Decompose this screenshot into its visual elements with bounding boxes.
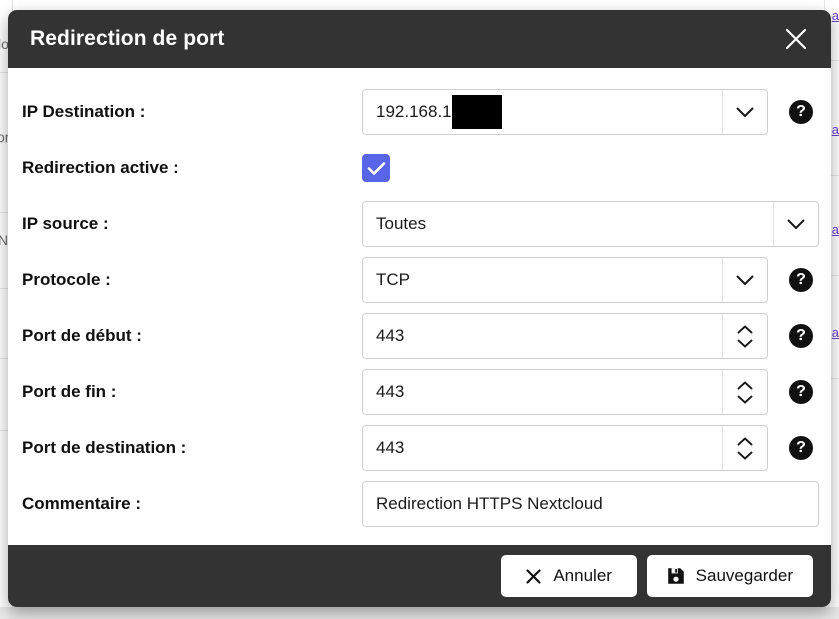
close-icon [526,568,541,584]
label-commentaire: Commentaire : [22,494,142,513]
ip-destination-text: 192.168.1 [376,102,452,121]
background-link[interactable]: a [832,222,839,237]
help-icon[interactable]: ? [789,324,813,348]
chevron-down-icon [737,395,753,403]
form-row-ip-destination: IP Destination : 192.168.1 ? [8,84,831,140]
dialog-body: IP Destination : 192.168.1 ? Redirection… [8,68,831,545]
form-row-redirection-active: Redirection active : [8,140,831,196]
label-port-destination: Port de destination : [22,438,187,457]
label-ip-destination: IP Destination : [22,102,146,121]
label-redirection-active: Redirection active : [22,158,179,177]
form-row-protocole: Protocole : TCP ? [8,252,831,308]
background-bottom-bar [0,607,839,619]
chevron-up-icon [737,437,753,445]
protocole-select[interactable]: TCP [362,257,768,303]
form-row-port-fin: Port de fin : 443 ? [8,364,831,420]
chevron-up-icon [737,381,753,389]
help-icon[interactable]: ? [789,100,813,124]
help-icon[interactable]: ? [789,380,813,404]
page-title: Redirection de port [30,27,225,50]
save-icon [667,568,684,584]
cancel-button[interactable]: Annuler [500,555,637,597]
help-icon[interactable]: ? [789,436,813,460]
chevron-up-icon [737,325,753,333]
port-fin-stepper[interactable] [722,370,767,414]
port-debut-value: 443 [376,326,405,345]
port-fin-value: 443 [376,382,405,401]
label-ip-source: IP source : [22,214,109,233]
ip-source-value: Toutes [376,214,427,233]
close-icon[interactable] [779,22,813,56]
chevron-down-icon[interactable] [722,90,767,134]
port-forwarding-dialog: Redirection de port IP Destination : 192… [8,10,831,607]
background-text-fragment: N [0,232,9,248]
port-debut-stepper[interactable] [722,314,767,358]
form-row-port-destination: Port de destination : 443 ? [8,420,831,476]
commentaire-value: Redirection HTTPS Nextcloud [376,494,603,513]
dialog-footer: Annuler Sauvegarder [8,545,831,607]
background-link[interactable]: a [832,8,839,23]
background-link[interactable]: a [832,122,839,137]
chevron-down-icon[interactable] [722,258,767,302]
label-protocole: Protocole : [22,270,111,289]
redirection-active-checkbox[interactable] [362,154,390,182]
port-destination-input[interactable]: 443 [362,425,768,471]
form-row-commentaire: Commentaire : Redirection HTTPS Nextclou… [8,476,831,532]
page-root: lo or N a a a a Redirection de port IP D… [0,0,839,619]
port-fin-input[interactable]: 443 [362,369,768,415]
ip-destination-value: 192.168.1 [363,95,722,129]
commentaire-input[interactable]: Redirection HTTPS Nextcloud [362,481,819,527]
chevron-down-icon [737,339,753,347]
save-button-label: Sauvegarder [695,566,793,585]
form-row-port-debut: Port de début : 443 ? [8,308,831,364]
label-port-debut: Port de début : [22,326,142,345]
port-debut-input[interactable]: 443 [362,313,768,359]
save-button[interactable]: Sauvegarder [646,555,813,597]
ip-source-select[interactable]: Toutes [362,201,819,247]
background-link[interactable]: a [832,325,839,340]
chevron-down-icon [737,451,753,459]
chevron-down-icon[interactable] [773,202,818,246]
protocole-value: TCP [376,270,410,289]
label-port-fin: Port de fin : [22,382,117,401]
dialog-header: Redirection de port [8,10,831,68]
ip-destination-select[interactable]: 192.168.1 [362,89,768,135]
form-row-ip-source: IP source : Toutes [8,196,831,252]
redaction-block [451,95,502,129]
port-destination-value: 443 [376,438,405,457]
port-destination-stepper[interactable] [722,426,767,470]
cancel-button-label: Annuler [553,566,612,585]
help-icon[interactable]: ? [789,268,813,292]
